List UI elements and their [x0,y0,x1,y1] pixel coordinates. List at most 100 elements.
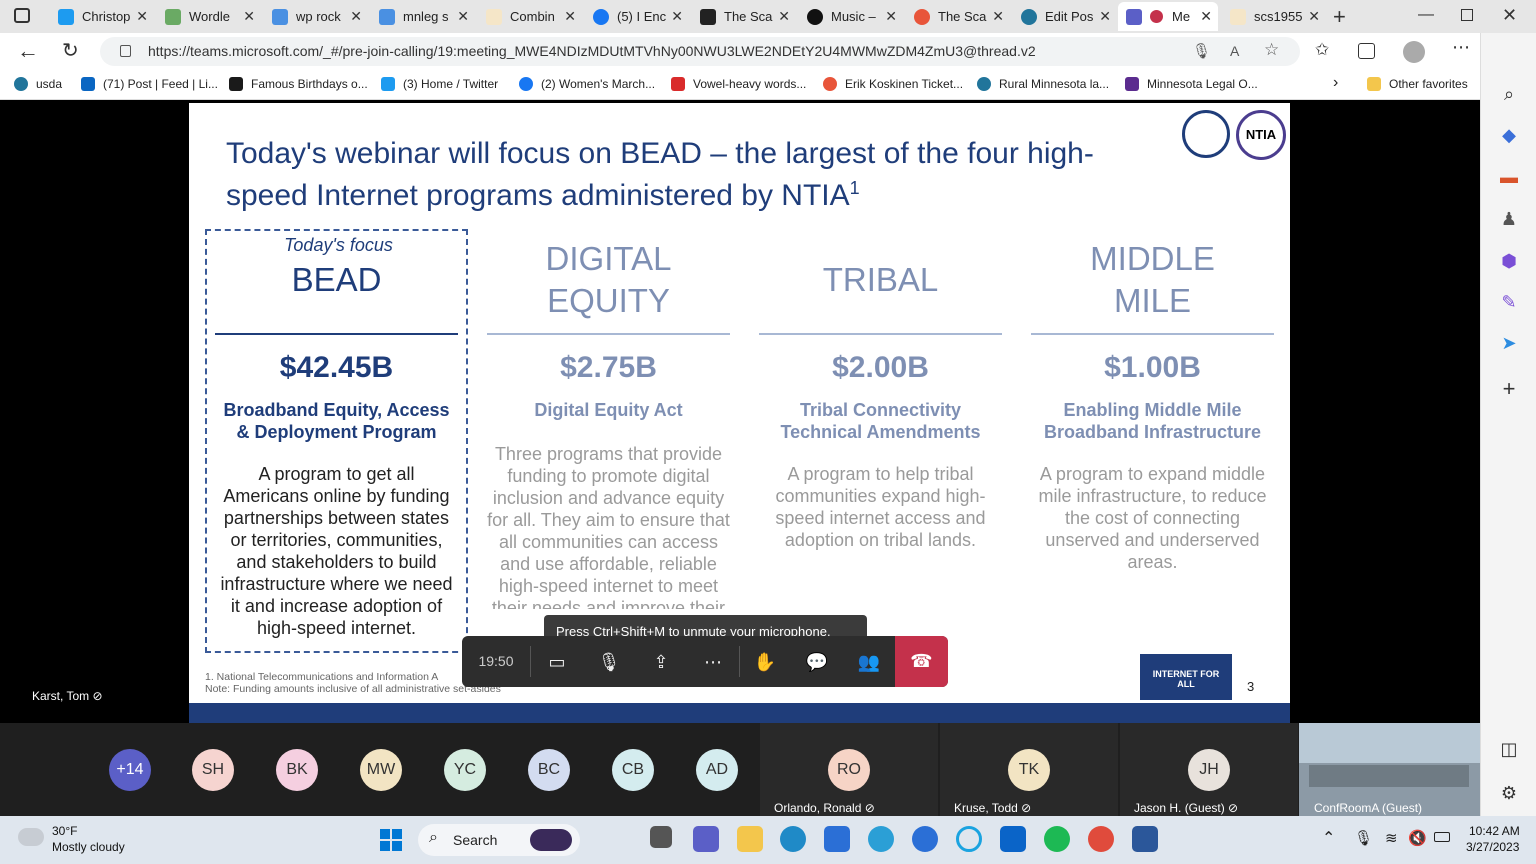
microphone-icon[interactable]: 🎙 [1192,42,1211,60]
settings-icon[interactable]: ⚙ [1499,783,1519,803]
close-tab-icon[interactable]: ✕ [992,8,1004,25]
close-tab-icon[interactable]: ✕ [1099,8,1111,25]
help-icon[interactable] [868,826,894,852]
chat-icon[interactable]: 💬 [802,648,832,676]
browser-tab[interactable]: scs1955 ✕ [1222,2,1326,31]
browser-tab[interactable]: Edit Pos ✕ [1013,2,1117,31]
weather-condition[interactable]: Mostly cloudy [52,840,125,854]
file-explorer-icon[interactable] [737,826,763,852]
browser-tab-active[interactable]: Me ✕ [1118,2,1218,31]
more-options-icon[interactable]: ⋯ [698,648,728,676]
start-button[interactable] [380,829,402,851]
close-tab-icon[interactable]: ✕ [350,8,362,25]
battery-icon[interactable] [1434,832,1450,842]
send-icon[interactable]: ➤ [1499,333,1519,353]
bookmark-item[interactable]: Famous Birthdays o... [229,77,368,91]
word-icon[interactable] [1132,826,1158,852]
participant-avatar[interactable]: BK [276,749,318,791]
browser-tab[interactable]: (5) I Enc ✕ [585,2,689,31]
restore-button[interactable] [1461,9,1473,21]
search-icon[interactable]: ⌕ [1499,84,1519,104]
clock-time[interactable]: 10:42 AM [1469,824,1520,838]
more-participants-button[interactable]: +14 [109,749,151,791]
clock-date[interactable]: 3/27/2023 [1466,840,1519,854]
participant-avatar[interactable]: YC [444,749,486,791]
favorites-icon[interactable]: ✩ [1315,40,1329,60]
read-aloud-icon[interactable]: A [1230,43,1239,59]
bookmark-item[interactable]: Rural Minnesota la... [977,77,1109,91]
bookmark-item[interactable]: (3) Home / Twitter [381,77,498,91]
browser-tab[interactable]: The Sca ✕ [692,2,796,31]
collections-icon[interactable] [1358,43,1375,59]
browser-tab[interactable]: Christop ✕ [50,2,154,31]
microphone-icon[interactable]: 🎙 [1354,829,1373,847]
favorite-add-icon[interactable]: ☆ [1264,40,1279,60]
close-tab-icon[interactable]: ✕ [243,8,255,25]
wifi-icon[interactable]: ≋ [1385,829,1398,847]
taskbar-search[interactable]: ⌕ Search [418,824,580,856]
spotify-icon[interactable] [1044,826,1070,852]
participant-avatar[interactable]: AD [696,749,738,791]
refresh-icon[interactable]: ↻ [62,38,79,63]
browser-tab[interactable]: Music – ✕ [799,2,903,31]
shopping-icon[interactable]: ◆ [1499,125,1519,145]
close-tab-icon[interactable]: ✕ [778,8,790,25]
designer-icon[interactable]: ✎ [1499,292,1519,312]
close-window-button[interactable]: ✕ [1502,5,1517,26]
participant-avatar[interactable]: CB [612,749,654,791]
edge-dev-icon[interactable] [912,826,938,852]
task-view-icon[interactable] [650,826,672,848]
camera-off-icon[interactable]: ▭ [542,648,572,676]
bookmark-item[interactable]: Minnesota Legal O... [1125,77,1258,91]
browser-tab[interactable]: The Sca ✕ [906,2,1010,31]
share-screen-icon[interactable]: ⇪ [646,648,676,676]
store-icon[interactable] [824,826,850,852]
close-tab-icon[interactable]: ✕ [671,8,683,25]
cortana-icon[interactable] [956,826,982,852]
more-menu-icon[interactable]: ⋯ [1452,37,1470,58]
microphone-muted-icon[interactable]: 🎙 [594,648,624,676]
close-tab-icon[interactable]: ✕ [885,8,897,25]
games-icon[interactable]: ♟ [1499,209,1519,229]
bookmark-item[interactable]: (71) Post | Feed | Li... [81,77,218,91]
bookmark-item[interactable]: (2) Women's March... [519,77,655,91]
new-tab-button[interactable]: + [1333,4,1346,30]
participant-avatar[interactable]: BC [528,749,570,791]
tools-icon[interactable]: ▬ [1499,167,1519,187]
browser-tab[interactable]: Wordle ✕ [157,2,261,31]
chevron-up-icon[interactable]: ⌃ [1322,828,1335,848]
close-tab-icon[interactable]: ✕ [1308,8,1320,25]
hang-up-button[interactable]: ☎ [895,636,948,687]
participant-avatar[interactable]: SH [192,749,234,791]
other-favorites[interactable]: Other favorites [1367,77,1468,91]
weather-icon[interactable] [18,828,44,846]
chevron-right-icon[interactable]: › [1333,74,1338,92]
participants-icon[interactable]: 👥 [854,648,884,676]
volume-muted-icon[interactable]: 🔇 [1408,829,1427,847]
participant-avatar[interactable]: MW [360,749,402,791]
close-tab-icon[interactable]: ✕ [564,8,576,25]
raise-hand-icon[interactable]: ✋ [750,648,780,676]
browser-tab[interactable]: wp rock ✕ [264,2,368,31]
add-icon[interactable]: + [1499,378,1519,400]
office-icon[interactable]: ⬢ [1499,251,1519,271]
close-tab-icon[interactable]: ✕ [1200,8,1212,25]
bookmark-item[interactable]: Vowel-heavy words... [671,77,806,91]
tab-actions-icon[interactable] [14,8,30,23]
back-icon[interactable]: ← [17,38,39,64]
profile-avatar[interactable] [1403,41,1425,63]
bookmark-item[interactable]: usda [14,77,62,91]
minimize-button[interactable]: — [1418,6,1434,24]
bookmark-item[interactable]: Erik Koskinen Ticket... [823,77,963,91]
teams-chat-icon[interactable] [693,826,719,852]
outlook-icon[interactable] [1000,826,1026,852]
close-tab-icon[interactable]: ✕ [457,8,469,25]
close-tab-icon[interactable]: ✕ [136,8,148,25]
chrome-icon[interactable] [1088,826,1114,852]
address-bar[interactable]: https://teams.microsoft.com/_#/pre-join-… [100,37,1300,66]
edge-icon[interactable] [780,826,806,852]
browser-tab[interactable]: mnleg s ✕ [371,2,475,31]
weather-temperature[interactable]: 30°F [52,824,77,838]
browser-tab[interactable]: Combin ✕ [478,2,582,31]
panel-icon[interactable]: ◫ [1499,739,1519,759]
